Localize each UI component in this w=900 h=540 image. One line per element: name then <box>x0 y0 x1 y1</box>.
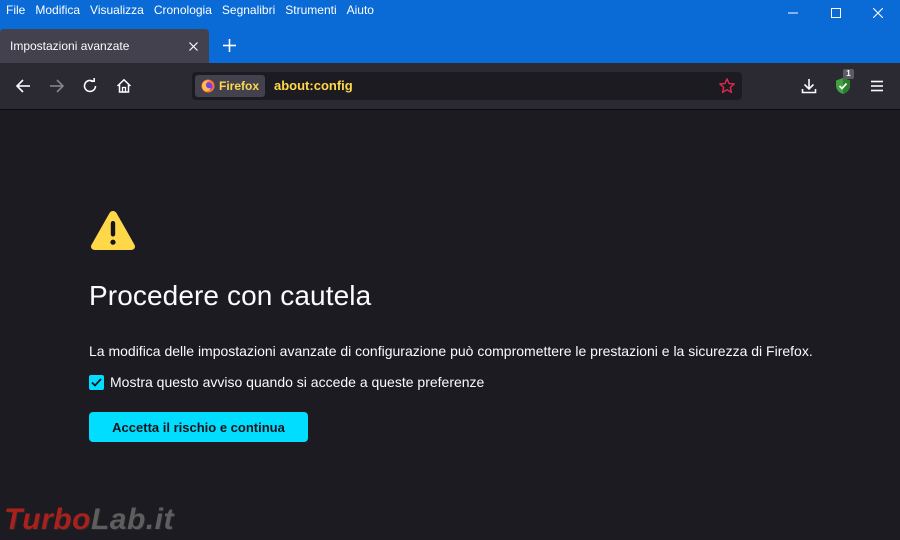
turbolab-watermark-logo: TurboLab.it <box>4 503 174 537</box>
menu-cronologia[interactable]: Cronologia <box>149 0 217 20</box>
plus-icon <box>222 38 236 52</box>
reload-button[interactable] <box>76 72 104 100</box>
tab-strip: Impostazioni avanzate <box>0 26 900 63</box>
tab-close-button[interactable] <box>185 38 201 54</box>
download-icon <box>801 79 817 94</box>
home-icon <box>116 78 132 93</box>
menu-strumenti[interactable]: Strumenti <box>280 0 341 20</box>
show-warning-label[interactable]: Mostra questo avviso quando si accede a … <box>110 374 484 390</box>
menu-modifica[interactable]: Modifica <box>30 0 85 20</box>
forward-button[interactable] <box>43 72 71 100</box>
back-arrow-icon <box>15 79 30 93</box>
menu-aiuto[interactable]: Aiuto <box>342 0 379 20</box>
show-warning-option[interactable]: Mostra questo avviso quando si accede a … <box>89 374 484 390</box>
hamburger-menu-icon <box>871 80 883 92</box>
menu-file[interactable]: File <box>0 0 30 20</box>
forward-arrow-icon <box>50 79 65 93</box>
menu-visualizza[interactable]: Visualizza <box>85 0 149 20</box>
tab-title: Impostazioni avanzate <box>10 39 130 53</box>
minimize-icon <box>788 12 798 14</box>
bookmark-star-icon[interactable] <box>718 77 736 95</box>
home-button[interactable] <box>110 72 138 100</box>
navigation-toolbar: Firefox about:config <box>0 63 900 110</box>
extension-badge: 1 <box>843 69 854 79</box>
watermark-text-turbo: Turbo <box>4 503 91 536</box>
minimize-button[interactable] <box>770 0 816 26</box>
show-warning-checkbox[interactable] <box>89 374 104 390</box>
tab-impostazioni-avanzate[interactable]: Impostazioni avanzate <box>0 29 209 63</box>
close-icon <box>873 8 883 18</box>
menu-segnalibri[interactable]: Segnalibri <box>217 0 280 20</box>
menu-bar: File Modifica Visualizza Cronologia Segn… <box>0 0 379 20</box>
downloads-button[interactable] <box>795 72 823 100</box>
warning-icon <box>91 211 135 250</box>
warning-page: Procedere con cautela La modifica delle … <box>0 110 900 540</box>
accept-risk-button[interactable]: Accetta il rischio e continua <box>89 412 308 442</box>
maximize-button[interactable] <box>813 0 859 26</box>
window-titlebar: File Modifica Visualizza Cronologia Segn… <box>0 0 900 26</box>
app-menu-button[interactable] <box>863 72 891 100</box>
warning-description: La modifica delle impostazioni avanzate … <box>89 343 813 359</box>
back-button[interactable] <box>9 72 37 100</box>
new-tab-button[interactable] <box>219 35 239 55</box>
close-tab-icon <box>188 41 198 51</box>
maximize-icon <box>831 8 841 18</box>
address-bar[interactable]: Firefox about:config <box>192 72 742 100</box>
identity-box[interactable]: Firefox <box>195 75 265 97</box>
page-title: Procedere con cautela <box>89 280 372 311</box>
reload-icon <box>83 78 97 93</box>
shield-icon <box>836 78 850 94</box>
checkmark-icon <box>91 377 102 387</box>
identity-label: Firefox <box>219 79 260 93</box>
close-window-button[interactable] <box>855 0 900 26</box>
url-text[interactable]: about:config <box>274 78 353 93</box>
firefox-logo-icon <box>201 79 215 93</box>
watermark-text-lab: Lab.it <box>90 503 174 536</box>
